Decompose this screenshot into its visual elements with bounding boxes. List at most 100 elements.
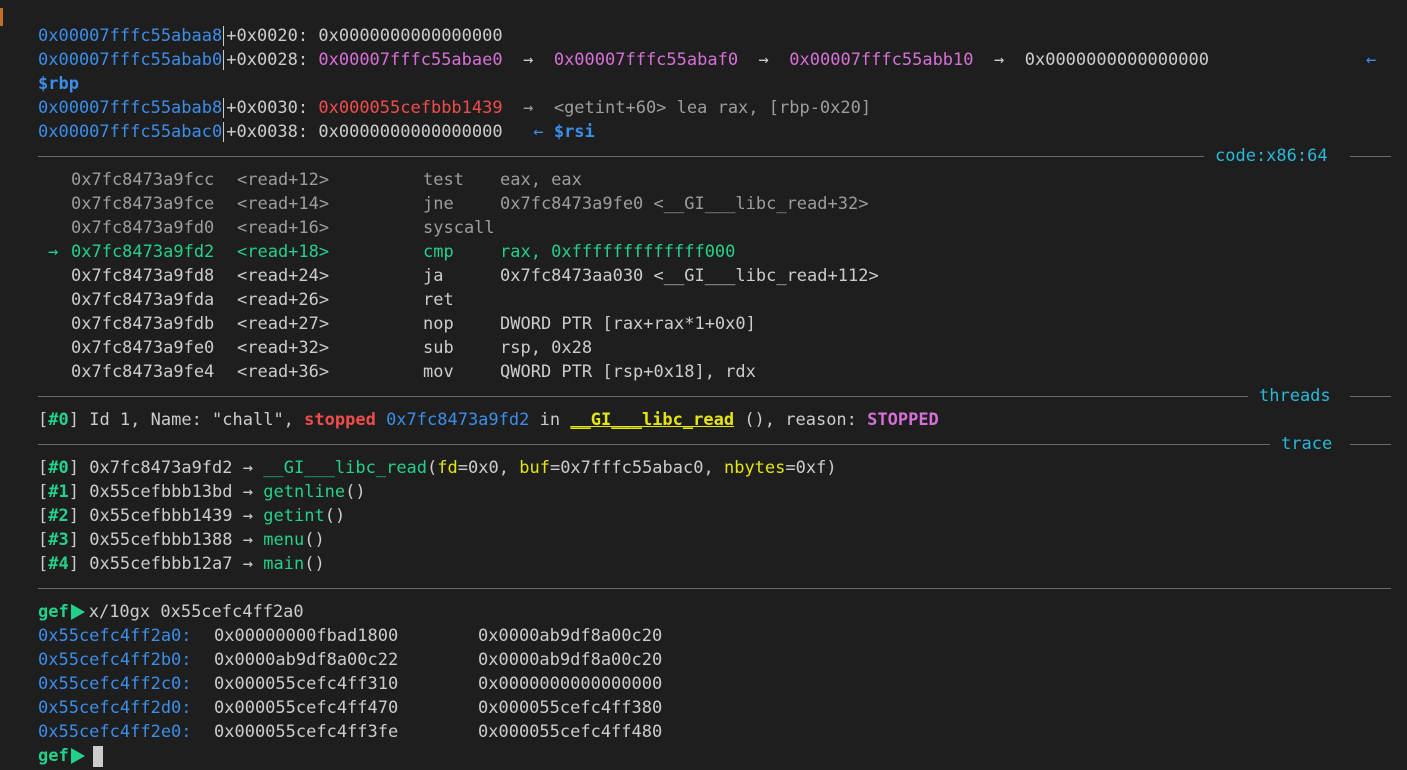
stack-address: 0x00007fffc55abaa8 (38, 26, 223, 46)
stack-line: 0x00007fffc55abac0 +0x0038: 0x00000000000… (38, 120, 595, 144)
code-operands: 0x7fc8473a9fe0 <__GI___libc_read+32> (500, 194, 869, 214)
code-symbol: <read+36> (237, 362, 330, 382)
code-symbol: <read+27> (237, 314, 330, 334)
stack-chain-value: 0x00007fffc55abaf0 (553, 50, 739, 70)
arrow-icon: → (242, 482, 254, 502)
input-line[interactable]: gef (38, 744, 103, 768)
code-mnemonic: jne (423, 194, 454, 214)
arrow-icon: → (758, 50, 769, 70)
trace-frame: [#3] 0x55cefbbb1388 → menu() (38, 530, 325, 550)
arrow-icon: → (523, 98, 534, 118)
frame-arg-name: buf (519, 458, 550, 478)
code-address: 0x7fc8473a9fd0 (71, 218, 215, 238)
left-arrow-icon: ← (1366, 50, 1377, 70)
stack-offset: +0x0028: (223, 50, 309, 70)
frame-index: #3 (48, 530, 69, 550)
code-address: 0x7fc8473a9fe4 (71, 362, 215, 382)
stack-value: 0x0000000000000000 (318, 122, 503, 142)
arrow-icon: → (242, 506, 254, 526)
section-header-threads: threads (38, 384, 1391, 408)
code-operands: DWORD PTR [rax+rax*1+0x0] (500, 314, 756, 334)
stack-value: 0x000055cefbbb1439 (318, 98, 503, 118)
code-operands: rax, 0xfffffffffffff000 (500, 242, 736, 262)
code-address: 0x7fc8473a9fcc (71, 170, 215, 190)
stack-offset: +0x0038: (223, 122, 309, 142)
frame-function: main (263, 554, 305, 574)
frame-index: #2 (48, 506, 69, 526)
arrow-icon: → (994, 50, 1005, 70)
memory-row: 0x55cefc4ff2b0: 0x0000ab9df8a00c22 0x0000a… (38, 648, 938, 672)
left-arrow-icon: ← (533, 122, 544, 142)
frame-arg-name: fd (437, 458, 458, 478)
frame-index: #4 (48, 554, 69, 574)
code-mnemonic: sub (423, 338, 454, 358)
code-line: 0x7fc8473a9fdb <read+27> nop DWORD PTR [rax… (38, 312, 1391, 336)
arrow-icon: → (242, 554, 254, 574)
stack-line: 0x00007fffc55abab8 +0x0030: 0x000055cefbb… (38, 96, 871, 120)
thread-line: [#0] Id 1, Name: "chall", stopped 0x7fc8… (38, 410, 939, 430)
stack-line: 0x00007fffc55abaa8 +0x0020: 0x00000000000… (38, 24, 503, 48)
code-symbol: <read+18> (237, 242, 330, 262)
stack-address: 0x00007fffc55abac0 (38, 122, 223, 142)
memory-value: 0x000055cefc4ff3fe (214, 722, 399, 742)
section-title: trace (1281, 434, 1333, 454)
code-mnemonic: mov (423, 362, 454, 382)
frame-index: #1 (48, 482, 69, 502)
register-tag: $rsi (553, 122, 595, 142)
code-operands: rsp, 0x28 (500, 338, 593, 358)
code-line: 0x7fc8473a9fcc <read+12> test eax, eax (38, 168, 1391, 192)
memory-row: 0x55cefc4ff2e0: 0x000055cefc4ff3fe 0x00005… (38, 720, 938, 744)
prompt-label: gef (38, 746, 69, 766)
thread-status: stopped (304, 410, 376, 430)
memory-value: 0x000055cefc4ff310 (214, 674, 399, 694)
trace-frame: [#1] 0x55cefbbb13bd → getnline() (38, 482, 366, 502)
code-mnemonic: ja (423, 266, 444, 286)
code-symbol: <read+32> (237, 338, 330, 358)
memory-address: 0x55cefc4ff2a0: (38, 626, 192, 646)
code-symbol: <read+14> (237, 194, 330, 214)
frame-address: 0x55cefbbb1388 (89, 530, 233, 550)
memory-row: 0x55cefc4ff2a0: 0x00000000fbad1800 0x0000a… (38, 624, 938, 648)
frame-arg-name: nbytes (723, 458, 786, 478)
code-line: 0x7fc8473a9fda <read+26> ret (38, 288, 1391, 312)
trace-frame: [#2] 0x55cefbbb1439 → getint() (38, 506, 346, 526)
prompt-arrow-icon (70, 748, 85, 764)
memory-value: 0x000055cefc4ff480 (478, 722, 663, 742)
code-address: 0x7fc8473a9fdb (71, 314, 215, 334)
window-edge-marker (0, 8, 3, 26)
memory-row: 0x55cefc4ff2d0: 0x000055cefc4ff470 0x00005… (38, 696, 938, 720)
stack-address: 0x00007fffc55abab0 (38, 50, 223, 70)
memory-value: 0x000055cefc4ff380 (478, 698, 663, 718)
code-address: 0x7fc8473a9fda (71, 290, 215, 310)
memory-address: 0x55cefc4ff2d0: (38, 698, 192, 718)
code-mnemonic: syscall (423, 218, 495, 238)
frame-address: 0x7fc8473a9fd2 (89, 458, 233, 478)
code-line: 0x7fc8473a9fe0 <read+32> sub rsp, 0x28 (38, 336, 1391, 360)
code-line: 0x7fc8473a9fd0 <read+16> syscall (38, 216, 1391, 240)
prompt-label: gef (38, 602, 69, 622)
frame-arg-value: 0x7fffc55abac0 (560, 458, 704, 478)
frame-address: 0x55cefbbb13bd (89, 482, 233, 502)
code-line: → 0x7fc8473a9fd2 <read+18> cmp rax, 0xffffff… (38, 240, 1391, 264)
frame-address: 0x55cefbbb12a7 (89, 554, 233, 574)
frame-function: getint (263, 506, 325, 526)
command-line: gef x/10gx 0x55cefc4ff2a0 (38, 600, 304, 624)
text-cursor[interactable] (92, 745, 103, 767)
frame-function: __GI___libc_read (263, 458, 428, 478)
memory-address: 0x55cefc4ff2b0: (38, 650, 192, 670)
code-symbol: <read+26> (237, 290, 330, 310)
frame-function: getnline (263, 482, 346, 502)
thread-function: __GI___libc_read (570, 410, 735, 430)
thread-index: #0 (48, 410, 69, 430)
memory-row: 0x55cefc4ff2c0: 0x000055cefc4ff310 0x00000… (38, 672, 938, 696)
frame-address: 0x55cefbbb1439 (89, 506, 233, 526)
code-line: 0x7fc8473a9fd8 <read+24> ja 0x7fc8473aa030 … (38, 264, 1391, 288)
code-mnemonic: nop (423, 314, 454, 334)
memory-value: 0x0000ab9df8a00c22 (214, 650, 399, 670)
memory-value: 0x0000000000000000 (478, 674, 663, 694)
code-address: 0x7fc8473a9fd8 (71, 266, 215, 286)
frame-function: menu (263, 530, 305, 550)
code-address: 0x7fc8473a9fe0 (71, 338, 215, 358)
arrow-icon: → (242, 530, 254, 550)
stack-address: 0x00007fffc55abab8 (38, 98, 223, 118)
